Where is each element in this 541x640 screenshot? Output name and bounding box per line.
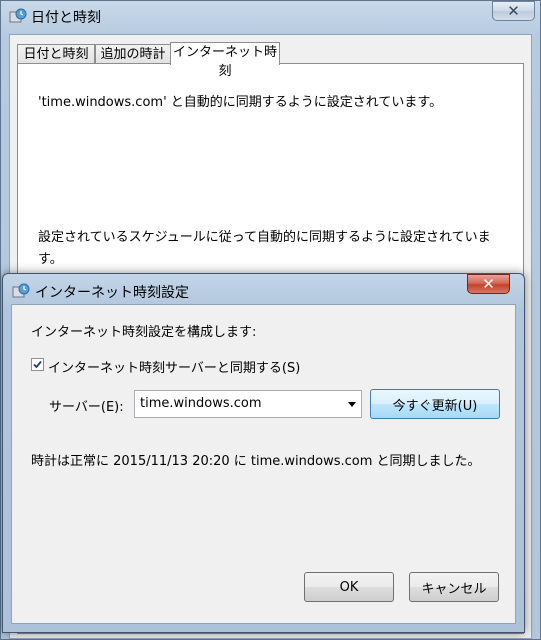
server-value: time.windows.com bbox=[140, 396, 262, 411]
tab-label: 日付と時刻 bbox=[23, 47, 89, 62]
internet-time-settings-dialog: インターネット時刻設定 ✕ インターネット時刻設定を構成します: インターネット… bbox=[2, 273, 525, 633]
dialog-heading: インターネット時刻設定を構成します: bbox=[31, 325, 257, 340]
sync-checkbox-label[interactable]: インターネット時刻サーバーと同期する(S) bbox=[48, 357, 300, 376]
sync-checkbox[interactable] bbox=[31, 358, 44, 371]
clock-globe-icon bbox=[12, 283, 30, 298]
window-close-button[interactable]: ✕ bbox=[492, 1, 535, 21]
window-title: 日付と時刻 bbox=[31, 10, 101, 26]
checkmark-icon bbox=[33, 360, 42, 369]
close-icon: ✕ bbox=[482, 275, 495, 293]
tab-internet-time[interactable]: インターネット時刻 bbox=[170, 42, 280, 79]
dialog-client-area: インターネット時刻設定を構成します: インターネット時刻サーバーと同期する(S)… bbox=[11, 304, 516, 624]
clock-globe-icon bbox=[9, 8, 27, 23]
tab-label: 追加の時計 bbox=[100, 47, 166, 62]
dialog-title: インターネット時刻設定 bbox=[35, 285, 189, 301]
sync-config-text: 'time.windows.com' と自動的に同期するように設定されています。 bbox=[38, 95, 443, 110]
cancel-button[interactable]: キャンセル bbox=[409, 572, 499, 602]
title-bar[interactable]: 日付と時刻 ✕ bbox=[1, 1, 540, 31]
tab-additional-clocks[interactable]: 追加の時計 bbox=[95, 44, 171, 63]
sync-status-text: 時計は正常に 2015/11/13 20:20 に time.windows.c… bbox=[31, 454, 481, 469]
chevron-down-icon[interactable] bbox=[348, 402, 356, 407]
tab-date-time[interactable]: 日付と時刻 bbox=[17, 44, 95, 63]
server-label: サーバー(E): bbox=[49, 400, 124, 415]
close-icon: ✕ bbox=[507, 2, 520, 20]
schedule-text: 設定されているスケジュールに従って自動的に同期するように設定されています。 bbox=[38, 230, 491, 267]
dialog-close-button[interactable]: ✕ bbox=[467, 274, 510, 294]
update-now-button[interactable]: 今すぐ更新(U) bbox=[370, 389, 500, 419]
server-combobox[interactable]: time.windows.com bbox=[134, 390, 362, 418]
ok-button[interactable]: OK bbox=[304, 572, 394, 602]
